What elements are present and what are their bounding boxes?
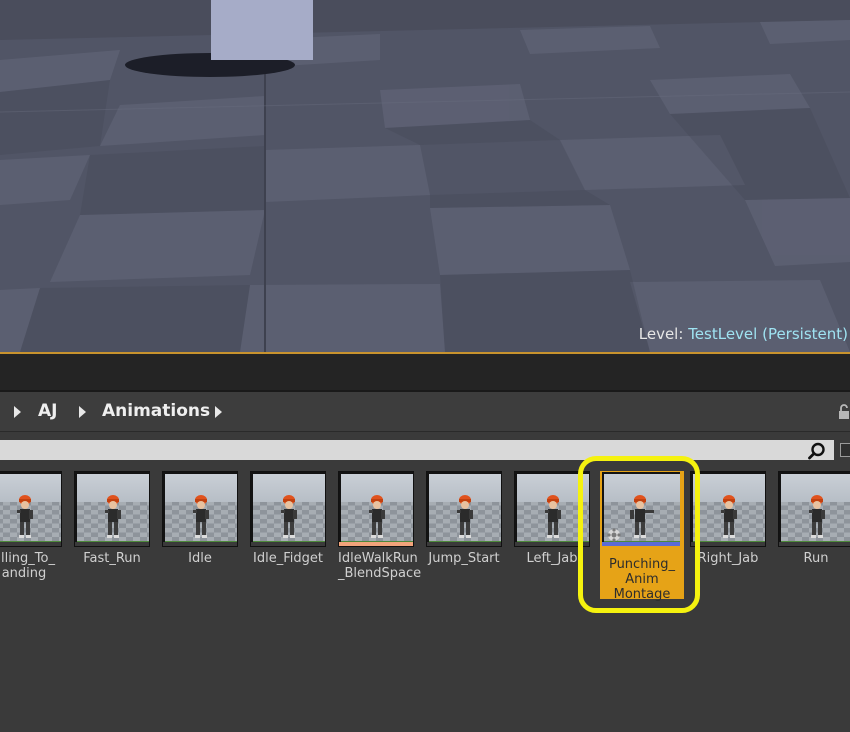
asset-type-bar [691,542,765,546]
asset-type-bar [0,542,61,546]
asset-thumbnail[interactable] [74,471,150,547]
asset-tile[interactable]: IdleWalkRun _BlendSpace [338,471,422,581]
asset-tile[interactable]: alling_To_ anding [0,471,62,581]
asset-tile[interactable]: Left_Jab [514,471,590,566]
asset-tile-selected[interactable]: Punching_ Anim Montage [600,471,684,602]
character-figure-icon [369,495,385,538]
asset-tile[interactable]: Right_Jab [690,471,766,566]
breadcrumb-arrow-icon[interactable] [215,406,222,418]
asset-thumbnail[interactable] [162,471,238,547]
asset-type-bar [779,542,850,546]
content-browser-tab-strip [0,354,850,390]
asset-label: Idle_Fidget [253,551,323,566]
asset-type-bar [515,542,589,546]
level-label: Level: [638,325,684,343]
breadcrumb-arrow-icon[interactable] [14,406,21,418]
asset-label: alling_To_ anding [0,551,55,581]
asset-thumbnail[interactable] [250,471,326,547]
level-info: Level: TestLevel (Persistent) [639,325,848,343]
character-figure-icon [721,495,737,538]
search-icon[interactable] [808,442,826,460]
asset-label: Punching_ Anim Montage [608,557,676,602]
editor-window: Level: TestLevel (Persistent) AJ Animati… [0,0,850,732]
asset-tile[interactable]: Idle_Fidget [250,471,326,566]
asset-label: Fast_Run [83,551,141,566]
save-search-icon[interactable] [840,443,850,457]
asset-label: IdleWalkRun _BlendSpace [338,551,422,581]
breadcrumb-item-animations[interactable]: Animations [102,401,210,421]
asset-grid: alling_To_ anding Fast_Run [0,464,850,732]
asset-label: Run [803,551,829,566]
viewport-scene [0,0,850,352]
level-viewport[interactable]: Level: TestLevel (Persistent) [0,0,850,352]
asset-tile[interactable]: Idle [162,471,238,566]
asset-label: Left_Jab [526,551,578,566]
checker-floor [0,0,850,352]
breadcrumb-arrow-icon[interactable] [79,406,86,418]
montage-icon [607,528,621,542]
asset-type-bar [339,542,413,546]
asset-type-bar [163,542,237,546]
character-figure-icon [281,495,297,538]
asset-type-bar [427,542,501,546]
character-figure-icon [193,495,209,538]
asset-tile[interactable]: Fast_Run [74,471,150,566]
asset-tile[interactable]: Jump_Start [426,471,502,566]
character-figure-icon [809,495,825,538]
lock-icon[interactable] [838,404,850,420]
character-figure-icon [457,495,473,538]
asset-tile[interactable]: Run [778,471,850,566]
asset-thumbnail[interactable] [690,471,766,547]
asset-thumbnail[interactable] [338,471,414,547]
asset-thumbnail[interactable] [601,471,681,547]
asset-label: Right_Jab [697,551,759,566]
asset-thumbnail[interactable] [514,471,590,547]
character-figure-icon [17,495,33,538]
search-row [0,432,850,464]
level-name: TestLevel (Persistent) [688,325,848,343]
character-figure-icon [105,495,121,538]
asset-label: Jump_Start [428,551,500,566]
character-figure-icon [545,495,561,538]
breadcrumb: AJ Animations [0,392,850,432]
character-figure-icon [630,495,654,538]
asset-type-bar [251,542,325,546]
cube-mesh[interactable] [211,0,313,60]
breadcrumb-item-aj[interactable]: AJ [38,401,57,421]
asset-thumbnail[interactable] [0,471,62,547]
asset-thumbnail[interactable] [426,471,502,547]
asset-thumbnail[interactable] [778,471,850,547]
search-input[interactable] [0,440,834,460]
asset-label: Idle [188,551,212,566]
asset-type-bar [75,542,149,546]
